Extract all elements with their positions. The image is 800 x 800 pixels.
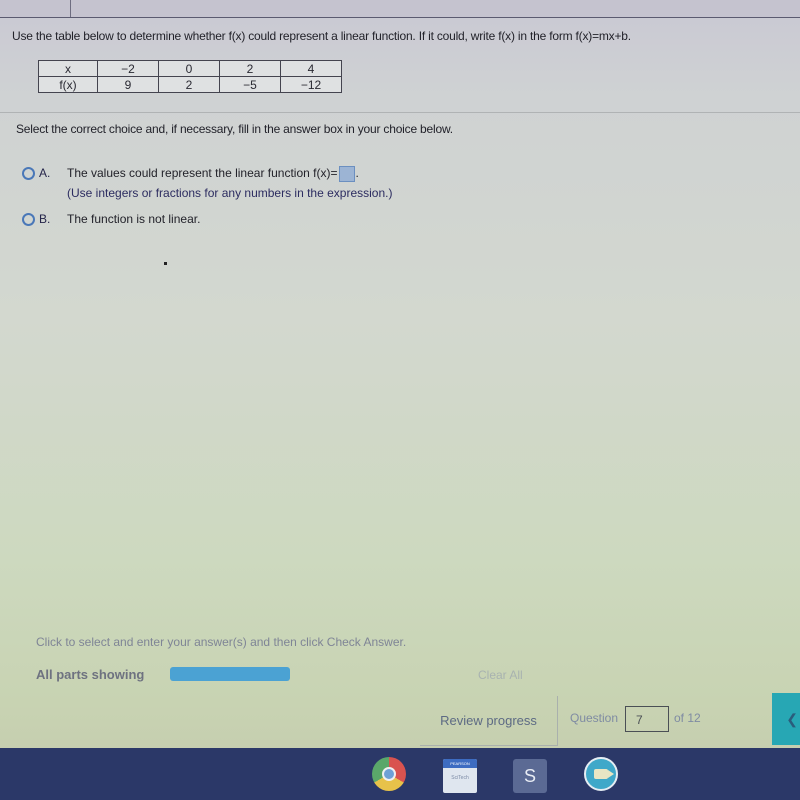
choice-a-hint: (Use integers or fractions for any numbe…	[67, 186, 393, 200]
next-question-button[interactable]: ❮	[772, 693, 800, 745]
clear-all-button[interactable]: Clear All	[478, 668, 523, 682]
row-header-fx: f(x)	[38, 76, 98, 93]
fx-value: 9	[97, 76, 159, 93]
x-value: 4	[280, 60, 342, 77]
tab-edge[interactable]	[0, 0, 71, 17]
x-value: 0	[158, 60, 220, 77]
chevron-left-icon: ❮	[786, 710, 798, 727]
parts-showing-label: All parts showing	[36, 667, 145, 682]
instruction-text: Select the correct choice and, if necess…	[16, 122, 453, 136]
choice-b-text: The function is not linear.	[67, 212, 201, 226]
values-table: x −2 0 2 4 f(x) 9 2 −5 −12	[38, 60, 342, 93]
x-value: 2	[219, 60, 281, 77]
radio-button-b[interactable]	[22, 213, 35, 226]
choice-letter: B.	[39, 212, 51, 226]
pearson-sublabel: SciTech	[451, 775, 469, 781]
pearson-label: PEARSON	[443, 759, 477, 768]
fx-value: −5	[219, 76, 281, 93]
zoom-icon[interactable]	[584, 757, 618, 791]
chrome-icon[interactable]	[372, 757, 406, 791]
schoology-icon[interactable]: S	[513, 759, 547, 793]
browser-top-bar	[0, 0, 800, 18]
choice-a-suffix: .	[355, 166, 359, 181]
table-row-fx: f(x) 9 2 −5 −12	[38, 76, 342, 93]
footer-hint: Click to select and enter your answer(s)…	[36, 635, 407, 649]
review-progress-label: Review progress	[440, 713, 537, 728]
camera-icon	[594, 769, 614, 779]
choice-a[interactable]: A. The values could represent the linear…	[22, 166, 392, 200]
choice-a-line: The values could represent the linear fu…	[67, 166, 392, 182]
choice-a-text: The values could represent the linear fu…	[67, 166, 338, 181]
mouse-cursor	[164, 262, 167, 265]
question-total: of 12	[674, 711, 701, 725]
parts-progress-bar	[170, 667, 290, 681]
x-value: −2	[97, 60, 159, 77]
radio-button-a[interactable]	[22, 167, 35, 180]
table-row-x: x −2 0 2 4	[38, 60, 342, 77]
pearson-icon[interactable]: PEARSON SciTech	[443, 759, 477, 793]
answer-input-box[interactable]	[339, 166, 356, 182]
review-progress-button[interactable]: Review progress	[420, 696, 558, 746]
question-label: Question	[570, 711, 619, 725]
fx-value: 2	[158, 76, 220, 93]
row-header-x: x	[38, 60, 98, 77]
section-divider	[0, 112, 800, 113]
choice-b[interactable]: B. The function is not linear.	[22, 212, 200, 226]
fx-value: −12	[280, 76, 342, 93]
choice-letter: A.	[39, 166, 51, 180]
question-number-input[interactable]: 7	[625, 706, 669, 732]
question-prompt: Use the table below to determine whether…	[12, 29, 631, 43]
